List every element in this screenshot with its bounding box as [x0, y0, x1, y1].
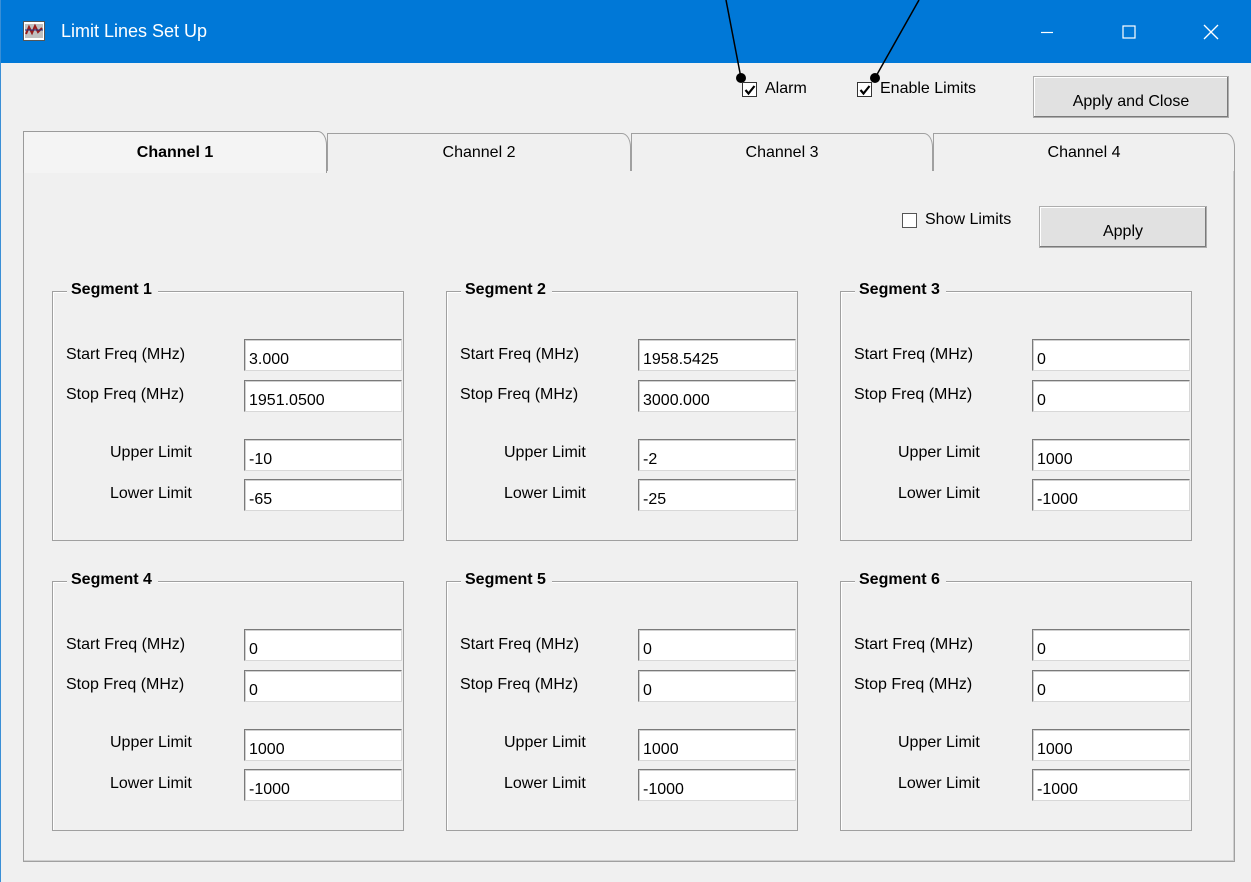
tab-channel-2[interactable]: Channel 2	[327, 133, 631, 171]
upper-limit-label: Upper Limit	[504, 444, 586, 461]
segment-title: Segment 6	[855, 568, 946, 592]
segment-title: Segment 5	[461, 568, 552, 592]
start-freq-input[interactable]: 0	[1032, 629, 1190, 661]
start-freq-label: Start Freq (MHz)	[854, 346, 974, 363]
stop-freq-input[interactable]: 1951.0500	[244, 380, 402, 412]
stop-freq-label: Stop Freq (MHz)	[854, 676, 973, 693]
maximize-icon	[1122, 24, 1136, 39]
lower-limit-input[interactable]: -1000	[638, 769, 796, 801]
segment-6-group: Segment 6 Start Freq (MHz) 0 Stop Freq (…	[840, 568, 1192, 831]
stop-freq-label: Stop Freq (MHz)	[854, 386, 973, 403]
upper-limit-input[interactable]: -2	[638, 439, 796, 471]
stop-freq-label: Stop Freq (MHz)	[460, 386, 579, 403]
segment-4-group: Segment 4 Start Freq (MHz) 0 Stop Freq (…	[52, 568, 404, 831]
segment-3-group: Segment 3 Start Freq (MHz) 0 Stop Freq (…	[840, 278, 1192, 541]
upper-limit-label: Upper Limit	[110, 734, 192, 751]
alarm-checkbox-box[interactable]	[742, 81, 757, 97]
stop-freq-input[interactable]: 0	[244, 670, 402, 702]
lower-limit-input[interactable]: -1000	[244, 769, 402, 801]
upper-limit-label: Upper Limit	[504, 734, 586, 751]
tab-channel-1[interactable]: Channel 1	[23, 131, 327, 173]
lower-limit-input[interactable]: -1000	[1032, 769, 1190, 801]
lower-limit-label: Lower Limit	[110, 485, 192, 502]
alarm-label: Alarm	[765, 80, 807, 97]
lower-limit-label: Lower Limit	[898, 775, 980, 792]
window-title: Limit Lines Set Up	[61, 21, 208, 41]
lower-limit-input[interactable]: -65	[244, 479, 402, 511]
upper-limit-label: Upper Limit	[110, 444, 192, 461]
segment-5-group: Segment 5 Start Freq (MHz) 0 Stop Freq (…	[446, 568, 798, 831]
maximize-button[interactable]	[1089, 0, 1169, 63]
tab-channel-4[interactable]: Channel 4	[933, 133, 1235, 171]
enable-limits-checkbox-box[interactable]	[857, 81, 872, 97]
start-freq-label: Start Freq (MHz)	[460, 346, 580, 363]
start-freq-label: Start Freq (MHz)	[460, 636, 580, 653]
start-freq-label: Start Freq (MHz)	[66, 346, 186, 363]
lower-limit-label: Lower Limit	[504, 485, 586, 502]
segment-title: Segment 2	[461, 278, 552, 302]
upper-limit-label: Upper Limit	[898, 444, 980, 461]
upper-limit-label: Upper Limit	[898, 734, 980, 751]
start-freq-input[interactable]: 0	[244, 629, 402, 661]
lower-limit-label: Lower Limit	[898, 485, 980, 502]
upper-limit-input[interactable]: 1000	[244, 729, 402, 761]
close-button[interactable]	[1171, 0, 1251, 63]
enable-limits-checkbox[interactable]: Enable Limits	[857, 80, 976, 98]
channel-tab-panel: Show Limits Apply Segment 1 Start Freq (…	[23, 170, 1235, 862]
enable-limits-label: Enable Limits	[880, 80, 977, 97]
apply-button[interactable]: Apply	[1039, 206, 1207, 248]
segment-1-group: Segment 1 Start Freq (MHz) 3.000 Stop Fr…	[52, 278, 404, 541]
start-freq-input[interactable]: 1958.5425	[638, 339, 796, 371]
stop-freq-input[interactable]: 0	[638, 670, 796, 702]
upper-limit-input[interactable]: 1000	[1032, 439, 1190, 471]
lower-limit-input[interactable]: -25	[638, 479, 796, 511]
show-limits-checkbox[interactable]: Show Limits	[902, 211, 1011, 229]
start-freq-input[interactable]: 3.000	[244, 339, 402, 371]
limit-lines-window: Limit Lines Set Up Alarm Enable Limits A…	[0, 0, 1251, 882]
segment-title: Segment 3	[855, 278, 946, 302]
stop-freq-input[interactable]: 3000.000	[638, 380, 796, 412]
start-freq-input[interactable]: 0	[1032, 339, 1190, 371]
stop-freq-label: Stop Freq (MHz)	[66, 386, 185, 403]
start-freq-label: Start Freq (MHz)	[66, 636, 186, 653]
lower-limit-label: Lower Limit	[110, 775, 192, 792]
segment-title: Segment 4	[67, 568, 158, 592]
stop-freq-input[interactable]: 0	[1032, 380, 1190, 412]
upper-limit-input[interactable]: -10	[244, 439, 402, 471]
minimize-button[interactable]	[1007, 0, 1087, 63]
lower-limit-label: Lower Limit	[504, 775, 586, 792]
apply-and-close-button[interactable]: Apply and Close	[1033, 76, 1229, 118]
upper-limit-input[interactable]: 1000	[638, 729, 796, 761]
checkmark-icon	[744, 84, 756, 95]
segment-title: Segment 1	[67, 278, 158, 302]
lower-limit-input[interactable]: -1000	[1032, 479, 1190, 511]
minimize-icon	[1041, 31, 1053, 33]
app-icon	[23, 21, 45, 41]
close-icon	[1203, 24, 1219, 39]
stop-freq-label: Stop Freq (MHz)	[66, 676, 185, 693]
stop-freq-label: Stop Freq (MHz)	[460, 676, 579, 693]
start-freq-input[interactable]: 0	[638, 629, 796, 661]
show-limits-checkbox-box[interactable]	[902, 212, 917, 228]
start-freq-label: Start Freq (MHz)	[854, 636, 974, 653]
tab-channel-3[interactable]: Channel 3	[631, 133, 933, 171]
stop-freq-input[interactable]: 0	[1032, 670, 1190, 702]
title-bar[interactable]: Limit Lines Set Up	[1, 0, 1251, 63]
segment-2-group: Segment 2 Start Freq (MHz) 1958.5425 Sto…	[446, 278, 798, 541]
show-limits-label: Show Limits	[925, 211, 1012, 228]
checkmark-icon	[859, 84, 871, 95]
alarm-checkbox[interactable]: Alarm	[742, 80, 807, 98]
upper-limit-input[interactable]: 1000	[1032, 729, 1190, 761]
